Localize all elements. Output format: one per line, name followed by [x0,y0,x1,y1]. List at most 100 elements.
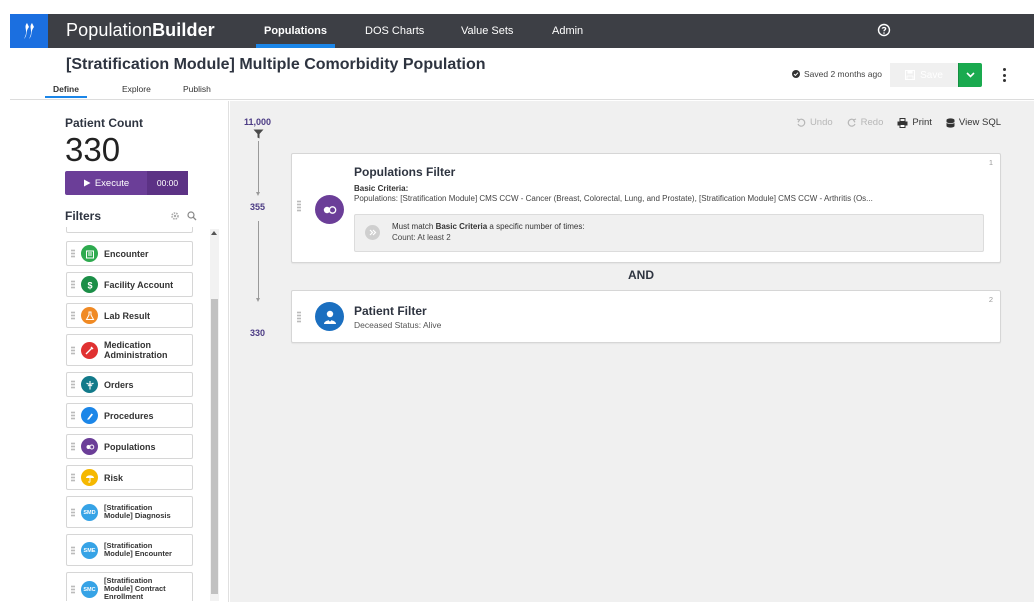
filter-item-procedures[interactable]: Procedures [66,403,193,428]
more-options-icon[interactable] [1000,65,1008,85]
filter-item-stratification-encounter[interactable]: SME [Stratification Module] Encounter [66,534,193,566]
nav-dos-charts[interactable]: DOS Charts [365,14,424,48]
svg-text:SME: SME [84,548,96,554]
caduceus-icon [81,376,98,393]
tab-define[interactable]: Define [45,84,87,98]
populations-filter-card[interactable]: 1 Populations Filter Basic Criteria: Pop… [291,153,1001,263]
nav-populations[interactable]: Populations [256,14,335,48]
scrollbar-thumb[interactable] [211,299,218,594]
flame-logo-icon [24,23,34,39]
filter-item-lab-result[interactable]: Lab Result [66,303,193,328]
undo-button[interactable]: Undo [796,117,833,128]
saved-status: Saved 2 months ago [792,69,882,79]
app-logo[interactable] [10,14,48,48]
filter-item-partial[interactable] [66,227,193,233]
saved-status-text: Saved 2 months ago [804,69,882,79]
redo-label: Redo [860,117,884,128]
nav-admin[interactable]: Admin [552,14,583,48]
redo-button[interactable]: Redo [847,117,884,128]
filter-label: Facility Account [104,279,174,290]
occurrence-rule-text: Must match Basic Criteria a specific num… [392,222,585,231]
drag-handle-icon[interactable] [67,242,78,265]
drag-handle-icon[interactable] [67,335,78,365]
drag-handle-icon[interactable] [67,273,78,296]
filter-label: Risk [104,472,124,483]
patient-count-value: 330 [65,131,121,168]
tab-publish[interactable]: Publish [183,84,211,94]
filter-item-stratification-contract-enrollment[interactable]: SMC [Stratification Module] Contract Enrol… [66,572,193,601]
occurrence-rule: Must match Basic Criteria a specific num… [354,214,984,252]
card-index: 2 [988,295,993,304]
drag-handle-icon[interactable] [67,535,78,565]
filter-label: [Stratification Module] Diagnosis [104,503,171,520]
drag-handle-icon[interactable] [67,404,78,427]
page-title: [Stratification Module] Multiple Comorbi… [66,56,486,73]
gear-icon[interactable] [170,211,180,221]
help-icon[interactable] [877,23,891,42]
brand-light: Population [66,20,153,40]
drag-handle-icon[interactable] [297,311,301,323]
filter-item-encounter[interactable]: Encounter [66,241,193,266]
save-button-group: Save [890,63,982,87]
execute-timer: 00:00 [147,171,188,195]
flow-arrow-icon [256,192,260,196]
flow-arrow-icon [256,298,260,302]
filter-item-risk[interactable]: Risk [66,465,193,490]
filter-item-medication-administration[interactable]: Medication Administration [66,334,193,366]
flow-count-after-filter-2: 330 [250,328,266,338]
brand-bold: Builder [152,20,215,40]
search-icon[interactable] [187,211,197,221]
print-label: Print [912,117,932,128]
execute-button[interactable]: Execute 00:00 [65,171,188,195]
drag-handle-icon[interactable] [67,573,78,601]
patient-count-label: Patient Count [65,116,143,130]
save-dropdown-button[interactable] [958,63,982,87]
card-title: Patient Filter [354,304,427,318]
filter-item-orders[interactable]: Orders [66,372,193,397]
drag-handle-icon[interactable] [67,373,78,396]
print-button[interactable]: Print [897,117,932,128]
drag-handle-icon[interactable] [67,435,78,458]
and-operator[interactable]: AND [628,268,654,282]
floppy-icon [905,70,916,80]
filters-heading: Filters [65,209,102,223]
filter-label: Medication Administration [104,340,168,360]
card-subtitle: Deceased Status: Alive [354,320,442,330]
view-sql-button[interactable]: View SQL [946,117,1001,128]
window-edge [0,0,10,602]
brand-name[interactable]: PopulationBuilder [66,20,215,41]
nav-value-sets[interactable]: Value Sets [461,14,513,48]
drag-handle-icon[interactable] [67,466,78,489]
scroll-up-icon[interactable] [211,231,217,235]
save-button[interactable]: Save [890,63,958,87]
scalpel-icon [81,407,98,424]
flow-start-count: 11,000 [244,117,272,127]
drag-handle-icon[interactable] [67,497,78,527]
execute-label-wrap: Execute [65,171,147,195]
view-sql-label: View SQL [958,117,1001,128]
drag-handle-icon[interactable] [67,304,78,327]
top-nav: PopulationBuilder Populations DOS Charts… [10,14,1034,48]
card-index: 1 [988,158,993,167]
left-panel: Patient Count 330 Execute 00:00 Filters … [10,101,229,602]
filter-label: Populations [104,441,156,452]
filter-list-scrollbar[interactable] [210,229,219,601]
basic-criteria-value: Populations: [Stratification Module] CMS… [354,194,873,203]
drag-handle-icon[interactable] [297,200,301,212]
filter-item-facility-account[interactable]: $ Facility Account [66,272,193,297]
svg-text:SMC: SMC [83,587,95,593]
smc-icon: SMC [81,580,98,598]
dollar-icon: $ [81,276,98,293]
filters-tools [170,211,197,221]
filter-item-stratification-diagnosis[interactable]: SMD [Stratification Module] Diagnosis [66,496,193,528]
filter-item-populations[interactable]: Populations [66,434,193,459]
criteria-canvas: Undo Redo Print View SQL 11,000 355 330 … [230,101,1034,602]
tab-explore[interactable]: Explore [122,84,151,94]
printer-icon [897,117,908,128]
canvas-toolbar: Undo Redo Print View SQL [796,117,1001,128]
umbrella-icon [81,469,98,486]
undo-icon [796,117,806,127]
patient-filter-card[interactable]: 2 Patient Filter Deceased Status: Alive [291,290,1001,343]
double-chevron-icon [365,225,380,240]
filter-label: [Stratification Module] Contract Enrollmen… [104,576,166,601]
